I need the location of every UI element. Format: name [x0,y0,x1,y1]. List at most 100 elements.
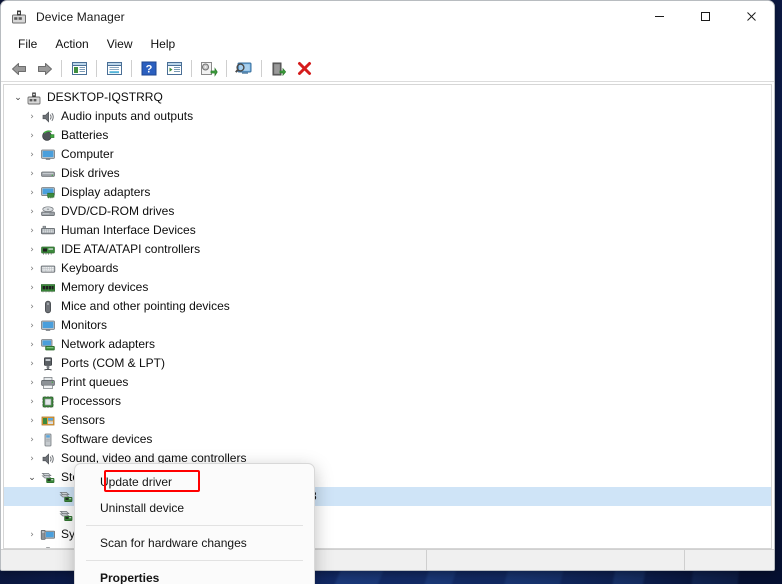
tree-node-software-devices[interactable]: › Software devices [4,430,771,449]
tree-node-sensors[interactable]: › Sensors [4,411,771,430]
menu-help[interactable]: Help [142,34,185,54]
close-button[interactable] [728,1,774,32]
maximize-button[interactable] [682,1,728,32]
context-menu-item-scan-for-hardware-changes[interactable]: Scan for hardware changes [75,530,314,556]
chevron-right-icon[interactable]: › [24,164,40,183]
properties-button[interactable] [102,58,126,80]
chevron-right-icon[interactable]: › [24,411,40,430]
show-hide-console-tree-button[interactable] [67,58,91,80]
toolbar-separator [261,60,262,77]
tree-node-audio-inputs-and-outputs[interactable]: › Audio inputs and outputs [4,107,771,126]
chevron-right-icon[interactable]: › [24,297,40,316]
context-menu-item-uninstall-device[interactable]: Uninstall device [75,495,314,521]
forward-button[interactable] [32,58,56,80]
tree-node-human-interface-devices[interactable]: › Human Interface Devices [4,221,771,240]
chevron-right-icon[interactable]: › [24,430,40,449]
tree-node-network-adapters[interactable]: › Network adapters [4,335,771,354]
chevron-right-icon[interactable]: › [24,354,40,373]
mouse-icon [40,299,56,315]
tree-node-disk-drives[interactable]: › Disk drives [4,164,771,183]
chevron-right-icon[interactable]: › [24,126,40,145]
help-button[interactable]: ? [137,58,161,80]
chevron-down-icon[interactable]: ⌄ [24,468,40,487]
menu-action[interactable]: Action [46,34,97,54]
tree-node-dvd-cd-rom-drives[interactable]: › DVD/CD-ROM drives [4,202,771,221]
storage-controller-icon [58,489,74,505]
chevron-right-icon[interactable]: › [24,392,40,411]
chevron-right-icon[interactable]: › [24,335,40,354]
tree-root-node[interactable]: ⌄ DESKTOP-IQSTRRQ [4,88,771,107]
back-button[interactable] [7,58,31,80]
menu-file[interactable]: File [9,34,46,54]
tree-node-display-adapters[interactable]: › Display adapters [4,183,771,202]
tree-node-label: Software devices [61,432,153,446]
tree-node-processors[interactable]: › Processors [4,392,771,411]
tree-node-keyboards[interactable]: › Keyboards [4,259,771,278]
tree-node-label: Processors [61,394,122,408]
tree-node-ports[interactable]: › Ports (COM & LPT) [4,354,771,373]
storage-controller-icon [58,508,74,524]
context-menu-item-properties[interactable]: Properties [75,565,314,584]
optical-drive-icon [40,204,56,220]
tree-node-monitors[interactable]: › Monitors [4,316,771,335]
context-menu-item-update-driver[interactable]: Update driver [75,469,314,495]
enable-device-button[interactable] [267,58,291,80]
tree-node-print-queues[interactable]: › Print queues [4,373,771,392]
tree-node-label: Computer [61,147,114,161]
chevron-right-icon[interactable]: › [24,544,40,548]
uninstall-device-button[interactable] [292,58,316,80]
hid-icon [40,223,56,239]
chevron-right-icon[interactable]: › [24,316,40,335]
chevron-right-icon[interactable]: › [24,202,40,221]
chevron-right-icon[interactable]: › [24,145,40,164]
storage-controller-icon [40,470,56,486]
chevron-right-icon[interactable]: › [24,240,40,259]
menu-view[interactable]: View [98,34,142,54]
computer-root-icon [26,90,42,106]
window-title: Device Manager [36,9,125,24]
minimize-button[interactable] [636,1,682,32]
tree-node-label: Mice and other pointing devices [61,299,230,313]
monitor-icon [40,318,56,334]
tree-node-mice-and-other-pointing-devices[interactable]: › Mice and other pointing devices [4,297,771,316]
chevron-right-icon[interactable]: › [24,183,40,202]
chevron-right-icon[interactable]: › [24,449,40,468]
toolbar-separator [226,60,227,77]
tree-node-ide-ata-atapi-controllers[interactable]: › IDE ATA/ATAPI controllers [4,240,771,259]
chevron-right-icon[interactable]: › [24,525,40,544]
tree-node-label: Batteries [61,128,109,142]
tree-node-label: Monitors [61,318,108,332]
chevron-right-icon[interactable]: › [24,278,40,297]
tree-node-computer[interactable]: › Computer [4,145,771,164]
show-hide-action-pane-button[interactable] [162,58,186,80]
network-adapter-icon [40,337,56,353]
toolbar-separator [61,60,62,77]
disk-drive-icon [40,166,56,182]
tree-node-label: Memory devices [61,280,149,294]
processor-icon [40,394,56,410]
monitor-icon [40,147,56,163]
scan-for-hardware-changes-button[interactable] [232,58,256,80]
title-bar[interactable]: Device Manager [1,1,774,32]
port-icon [40,356,56,372]
chevron-right-icon[interactable]: › [24,221,40,240]
tree-node-label: Ports (COM & LPT) [61,356,166,370]
chevron-right-icon[interactable]: › [24,373,40,392]
keyboard-icon [40,261,56,277]
chevron-down-icon[interactable]: ⌄ [10,88,26,107]
tree-node-label: Sy [61,527,76,541]
usb-icon [40,546,56,548]
context-menu-separator [86,525,303,526]
printer-icon [40,375,56,391]
tree-node-memory-devices[interactable]: › Memory devices [4,278,771,297]
tree-node-label: Human Interface Devices [61,223,196,237]
tree-node-batteries[interactable]: › Batteries [4,126,771,145]
menu-bar: File Action View Help [1,32,774,56]
chevron-right-icon[interactable]: › [24,259,40,278]
tree-node-label: Disk drives [61,166,120,180]
update-driver-button[interactable] [197,58,221,80]
chevron-right-icon[interactable]: › [24,107,40,126]
status-cell-3 [684,549,774,570]
window-controls [636,1,774,32]
tree-node-label: Audio inputs and outputs [61,109,194,123]
